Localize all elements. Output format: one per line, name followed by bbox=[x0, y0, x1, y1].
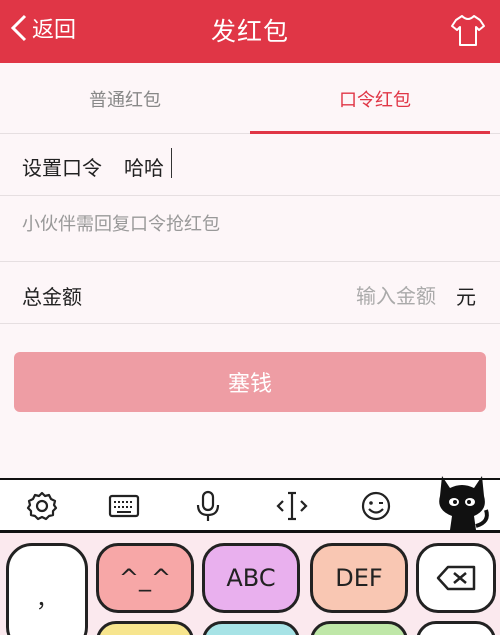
password-label: 设置口令 bbox=[22, 156, 102, 180]
key-emoticon[interactable]: ^_^ bbox=[96, 543, 194, 613]
tab-password-redpacket[interactable]: 口令红包 bbox=[250, 63, 500, 134]
submit-button[interactable]: 塞钱 bbox=[14, 352, 486, 412]
tab-bar: 普通红包 口令红包 bbox=[0, 63, 500, 134]
key-row2-4[interactable] bbox=[416, 621, 496, 635]
amount-label: 总金额 bbox=[22, 285, 82, 309]
hint-text: 小伙伴需回复口令抢红包 bbox=[22, 214, 220, 235]
keyboard-icon[interactable] bbox=[106, 488, 142, 524]
password-input[interactable]: 哈哈 bbox=[124, 152, 164, 181]
cat-mascot-icon bbox=[439, 476, 489, 530]
delete-icon bbox=[436, 565, 476, 591]
emoji-icon[interactable] bbox=[358, 488, 394, 524]
key-row2-1[interactable] bbox=[96, 621, 194, 635]
amount-row[interactable]: 总金额 输入金额 元 bbox=[0, 262, 500, 324]
key-delete[interactable] bbox=[416, 543, 496, 613]
key-abc[interactable]: ABC bbox=[202, 543, 300, 613]
key-comma[interactable]: ， bbox=[6, 543, 88, 635]
app-header: 返回 发红包 bbox=[0, 0, 500, 63]
cursor-move-icon[interactable] bbox=[274, 488, 310, 524]
amount-unit: 元 bbox=[456, 285, 476, 309]
amount-input[interactable]: 输入金额 bbox=[296, 280, 436, 309]
keyboard: ， ^_^ ABC DEF bbox=[0, 533, 500, 635]
settings-icon[interactable] bbox=[24, 488, 60, 524]
key-row2-2[interactable] bbox=[202, 621, 300, 635]
key-def[interactable]: DEF bbox=[310, 543, 408, 613]
microphone-icon[interactable] bbox=[190, 488, 226, 524]
tab-normal-redpacket[interactable]: 普通红包 bbox=[0, 63, 250, 134]
key-row2-3[interactable] bbox=[310, 621, 408, 635]
text-caret bbox=[171, 148, 172, 178]
tshirt-icon[interactable] bbox=[450, 12, 486, 48]
password-row[interactable]: 设置口令 哈哈 bbox=[0, 134, 500, 196]
hint-row: 小伙伴需回复口令抢红包 bbox=[0, 196, 500, 262]
keyboard-toolbar bbox=[0, 478, 500, 533]
page-title: 发红包 bbox=[210, 17, 289, 46]
